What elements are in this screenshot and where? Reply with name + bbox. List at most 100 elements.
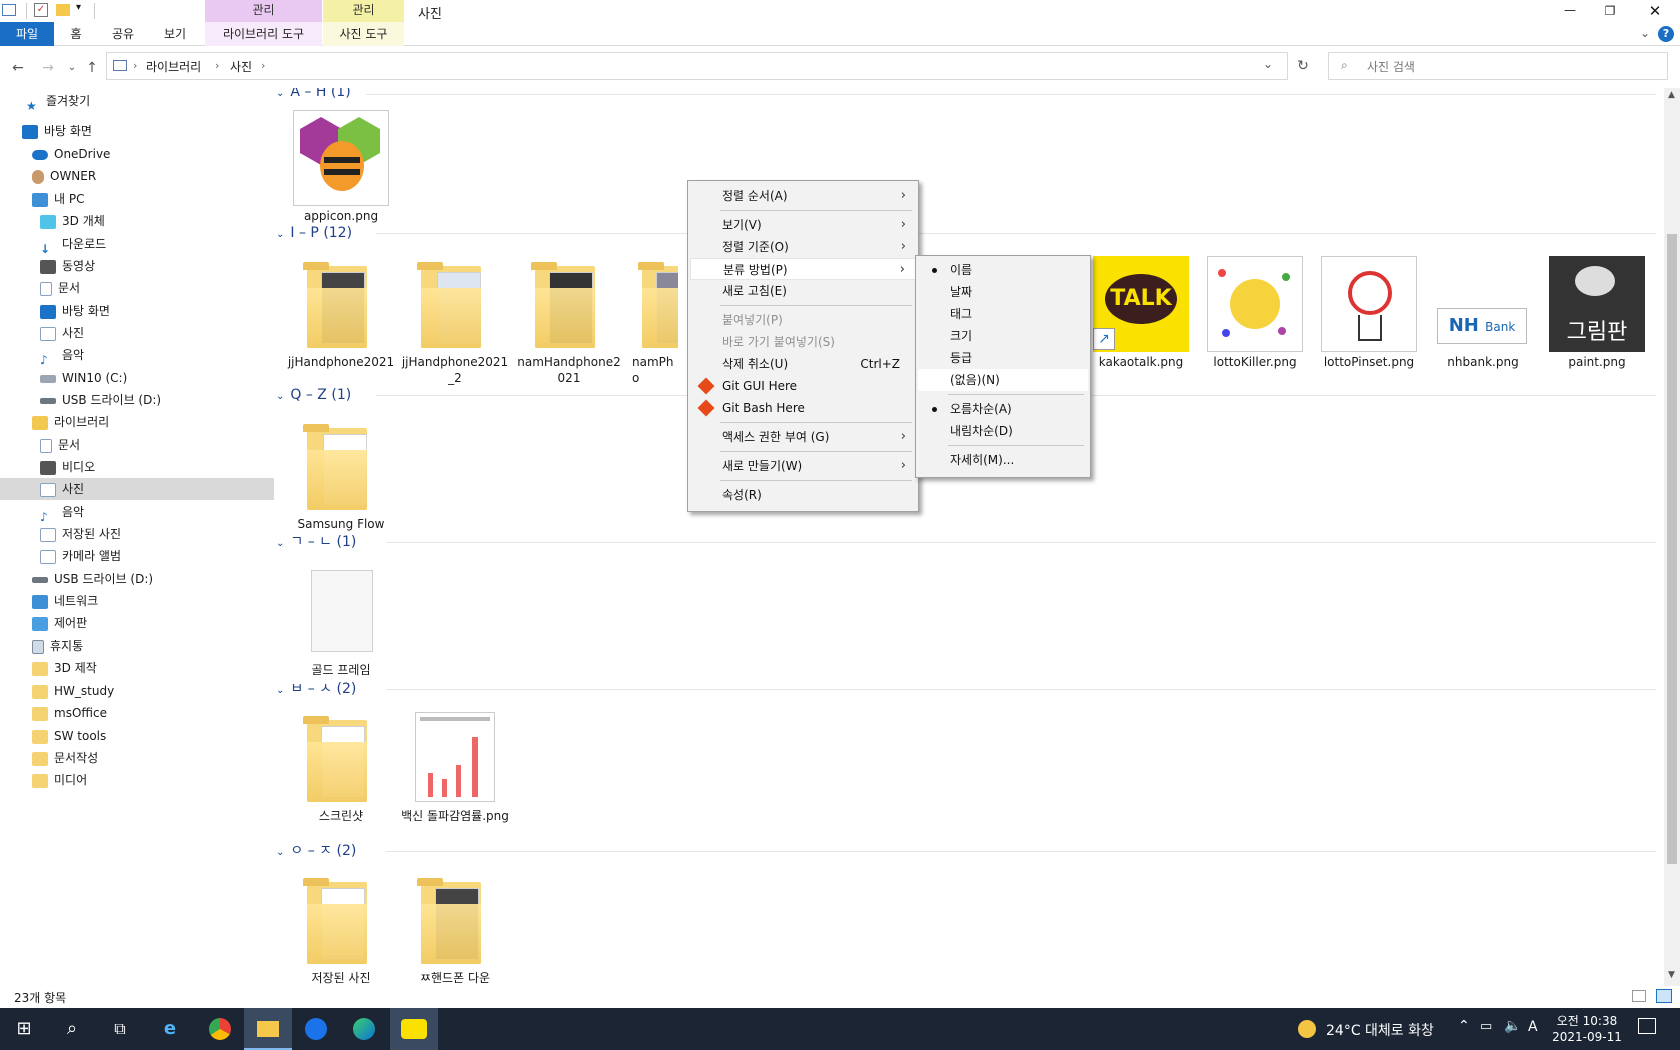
menu-item-properties[interactable]: 속성(R)	[690, 484, 916, 506]
sidebar-item-camera-roll[interactable]: 카메라 앨범	[40, 545, 121, 567]
kakaotalk-taskbar-icon[interactable]	[390, 1008, 438, 1050]
sidebar-item-pictures[interactable]: 사진	[40, 322, 84, 344]
weather-icon[interactable]	[1298, 1020, 1316, 1038]
submenu-item-descending[interactable]: 내림차순(D)	[918, 420, 1088, 442]
folder-item[interactable]: jjHandphone2021_2	[400, 256, 510, 386]
sidebar-item-desktop-2[interactable]: 바탕 화면	[40, 300, 110, 322]
folder-item[interactable]: jjHandphone2021	[286, 256, 396, 370]
sidebar-item-downloads[interactable]: ↓ 다운로드	[40, 233, 106, 256]
folder-item[interactable]: 스크린샷	[286, 710, 396, 824]
up-button[interactable]: ↑	[82, 58, 102, 78]
file-item[interactable]: 골드 프레임	[286, 564, 396, 678]
file-item[interactable]: NH Bank nhbank.png	[1428, 256, 1538, 370]
menu-item-refresh[interactable]: 새로 고침(E)	[690, 280, 916, 302]
expand-ribbon-icon[interactable]: ⌄	[1640, 26, 1650, 40]
recent-locations-button[interactable]: ⌄	[62, 58, 82, 78]
edge-icon[interactable]	[340, 1008, 388, 1050]
scrollbar-thumb[interactable]	[1667, 234, 1677, 864]
back-button[interactable]: ←	[8, 58, 28, 78]
sidebar-item-usb-drive[interactable]: USB 드라이브 (D:)	[40, 389, 161, 411]
menu-item-paste-shortcut[interactable]: 바로 가기 붙여넣기(S)	[690, 331, 916, 353]
show-hidden-icons-icon[interactable]: ⌃	[1458, 1018, 1470, 1034]
folder-item[interactable]: namPho	[628, 256, 678, 386]
sidebar-item-c-drive[interactable]: WIN10 (C:)	[40, 367, 127, 389]
folder-item[interactable]: ㅉ핸드폰 다운	[400, 872, 510, 986]
sidebar-item-usb-drive-2[interactable]: USB 드라이브 (D:)	[32, 568, 153, 590]
folder-item[interactable]: namHandphone2021	[514, 256, 624, 386]
network-tray-icon[interactable]: ▭	[1480, 1019, 1492, 1034]
file-item[interactable]: TALK ↗ kakaotalk.png	[1086, 256, 1196, 370]
group-header[interactable]: ⌄ I – P (12)	[276, 224, 352, 242]
sidebar-item-saved-pictures[interactable]: 저장된 사진	[40, 523, 121, 545]
menu-item-sort-by[interactable]: 정렬 기준(O) ›	[690, 236, 916, 258]
search-box[interactable]: ⌕ 사진 검색	[1328, 52, 1668, 80]
sidebar-item-lib-videos[interactable]: 비디오	[40, 456, 95, 478]
submenu-item-tags[interactable]: 태그	[918, 303, 1088, 325]
tab-library-tools[interactable]: 라이브러리 도구	[205, 22, 322, 46]
group-header[interactable]: ⌄ ㄱ – ㄴ (1)	[276, 533, 356, 551]
tab-view[interactable]: 보기	[152, 22, 198, 46]
details-view-icon[interactable]	[1632, 990, 1646, 1002]
folder-item[interactable]: 저장된 사진	[286, 872, 396, 986]
file-item[interactable]: 그림판 paint.png	[1542, 256, 1652, 370]
task-view-icon[interactable]: ⧉	[96, 1008, 144, 1050]
group-header[interactable]: ⌄ ㅇ – ㅈ (2)	[276, 842, 356, 860]
clock-time[interactable]: 오전 10:38	[1554, 1012, 1620, 1029]
tab-home[interactable]: 홈	[58, 22, 94, 46]
tab-share[interactable]: 공유	[100, 22, 146, 46]
file-explorer-icon[interactable]	[244, 1008, 292, 1050]
sidebar-item-3d-objects[interactable]: 3D 개체	[40, 210, 105, 232]
address-bar[interactable]: › 라이브러리 › 사진 › ⌄	[106, 52, 1288, 80]
folder-item[interactable]: Samsung Flow	[286, 418, 396, 532]
file-item[interactable]: lottoPinset.png	[1314, 256, 1424, 370]
tab-picture-tools[interactable]: 사진 도구	[323, 22, 404, 46]
minimize-button[interactable]: —	[1550, 0, 1590, 22]
sidebar-item-favorites[interactable]: ★ 즐겨찾기	[26, 90, 90, 113]
submenu-item-date[interactable]: 날짜	[918, 281, 1088, 303]
search-taskbar-icon[interactable]: ⌕	[48, 1008, 96, 1050]
vertical-scrollbar[interactable]: ▲ ▼	[1664, 88, 1680, 986]
sidebar-item-documents[interactable]: 문서	[40, 277, 80, 299]
quick-access-dropdown-icon[interactable]: ▾	[76, 2, 81, 13]
sidebar-item-lib-pictures[interactable]: 사진	[40, 478, 84, 500]
sidebar-item-doc-writing[interactable]: 문서작성	[32, 747, 98, 769]
breadcrumb-library[interactable]: 라이브러리	[146, 58, 201, 75]
submenu-item-none[interactable]: (없음)(N)	[918, 369, 1088, 391]
volume-icon[interactable]: 🔈	[1504, 1018, 1521, 1034]
sidebar-item-libraries[interactable]: 라이브러리	[32, 411, 109, 433]
menu-item-paste[interactable]: 붙여넣기(P)	[690, 309, 916, 331]
sidebar-item-onedrive[interactable]: OneDrive	[32, 143, 110, 165]
sidebar-item-desktop[interactable]: 바탕 화면	[22, 120, 92, 142]
close-button[interactable]: ✕	[1635, 0, 1675, 22]
internet-explorer-icon[interactable]: e	[146, 1008, 194, 1050]
start-button[interactable]: ⊞	[0, 1008, 48, 1050]
menu-item-new[interactable]: 새로 만들기(W) ›	[690, 455, 916, 477]
teamviewer-icon[interactable]	[292, 1008, 340, 1050]
group-header[interactable]: ⌄ ㅂ – ㅅ (2)	[276, 680, 356, 698]
menu-item-view[interactable]: 보기(V) ›	[690, 214, 916, 236]
sidebar-item-owner[interactable]: OWNER	[32, 165, 96, 187]
scroll-up-icon[interactable]: ▲	[1668, 90, 1675, 100]
submenu-item-size[interactable]: 크기	[918, 325, 1088, 347]
sidebar-item-media[interactable]: 미디어	[32, 769, 87, 791]
chrome-icon[interactable]	[196, 1008, 244, 1050]
submenu-item-name[interactable]: 이름	[918, 259, 1088, 281]
sidebar-item-music[interactable]: ♪ 음악	[40, 344, 84, 367]
sidebar-item-3d-project[interactable]: 3D 제작	[32, 657, 97, 679]
weather-text[interactable]: 24°C 대체로 화창	[1326, 1020, 1434, 1040]
ime-indicator[interactable]: A	[1528, 1019, 1538, 1035]
menu-item-group-by[interactable]: 분류 방법(P) ›	[690, 258, 916, 280]
submenu-item-ascending[interactable]: 오름차순(A)	[918, 398, 1088, 420]
file-item[interactable]: lottoKiller.png	[1200, 256, 1310, 370]
group-header[interactable]: ⌄ A – H (1)	[276, 88, 351, 101]
forward-button[interactable]: →	[38, 58, 58, 78]
sidebar-item-sw-tools[interactable]: SW tools	[32, 725, 106, 747]
sidebar-item-this-pc[interactable]: 내 PC	[32, 188, 84, 210]
menu-item-sort-order[interactable]: 정렬 순서(A) ›	[690, 185, 916, 207]
submenu-item-more[interactable]: 자세히(M)...	[918, 449, 1088, 471]
menu-item-git-gui[interactable]: Git GUI Here	[690, 375, 916, 397]
menu-item-git-bash[interactable]: Git Bash Here	[690, 397, 916, 419]
help-icon[interactable]: ?	[1658, 26, 1674, 42]
sidebar-item-hw-study[interactable]: HW_study	[32, 680, 114, 702]
properties-icon[interactable]: ✓	[34, 3, 48, 17]
